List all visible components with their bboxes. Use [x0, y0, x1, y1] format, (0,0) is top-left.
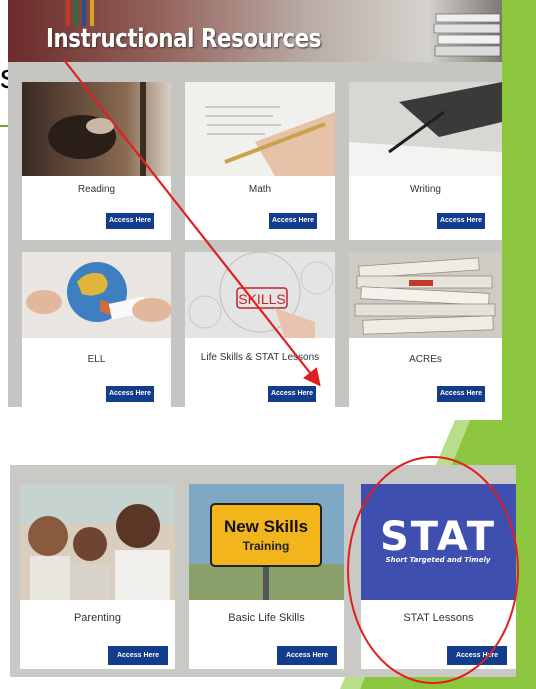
highlight-circle — [347, 456, 519, 684]
red-arrow — [63, 59, 321, 387]
annotation-layer — [63, 59, 519, 684]
